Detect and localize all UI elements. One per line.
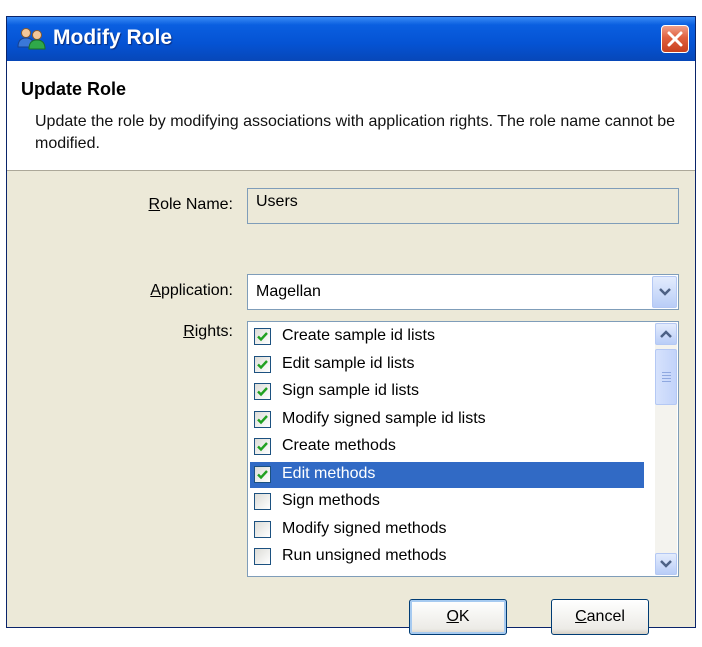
rights-item-label: Sign methods (282, 492, 380, 509)
rights-list-item[interactable]: Edit methods (250, 461, 644, 488)
rights-label: Rights: (183, 323, 233, 340)
application-dropdown[interactable]: Magellan (247, 274, 679, 310)
close-button[interactable] (661, 25, 689, 53)
role-name-label: Role Name: (148, 196, 233, 213)
rights-item-label: Modify signed methods (282, 519, 447, 537)
dropdown-button[interactable] (652, 276, 677, 308)
checkbox-checked[interactable] (254, 438, 271, 455)
checkbox-checked[interactable] (254, 328, 271, 345)
rights-item-label: Sign sample id lists (282, 382, 419, 399)
checkbox-checked[interactable] (254, 410, 271, 428)
rights-list-item[interactable]: Create sample id lists (250, 324, 644, 350)
scroll-down-button[interactable] (655, 553, 677, 575)
users-icon (17, 27, 47, 51)
checkmark-icon (257, 359, 268, 369)
header-title: Update Role (21, 79, 127, 99)
checkbox-unchecked[interactable] (254, 548, 271, 565)
rights-list-item[interactable]: Modify signed methods (250, 517, 644, 543)
cancel-button[interactable]: Cancel (551, 599, 649, 635)
checkbox-unchecked[interactable] (254, 520, 271, 538)
chevron-down-icon (660, 560, 672, 568)
checkbox-checked[interactable] (254, 355, 271, 373)
checkbox-unchecked[interactable] (254, 493, 271, 510)
rights-list-item[interactable]: Edit sample id lists (250, 352, 644, 378)
chevron-down-icon (659, 288, 671, 296)
checkbox-checked[interactable] (254, 383, 271, 400)
rights-item-label: Run unsigned methods (282, 547, 447, 564)
checkmark-icon (257, 332, 268, 342)
rights-item-label: Edit methods (282, 464, 376, 482)
rights-list-item[interactable]: Run unsigned methods (250, 544, 644, 570)
ok-button[interactable]: OK (409, 599, 507, 635)
checkmark-icon (257, 442, 268, 452)
application-label: Application: (150, 282, 233, 299)
checkmark-icon (257, 414, 268, 424)
checkmark-icon (257, 469, 268, 479)
title-bar[interactable]: Modify Role (7, 17, 695, 61)
rights-list[interactable]: Create sample id lists Edit sample id lis… (247, 321, 679, 577)
role-name-field: Users (247, 188, 679, 224)
rights-item-label: Create sample id lists (282, 327, 435, 344)
application-value: Magellan (256, 283, 321, 300)
rights-list-item[interactable]: Create methods (250, 434, 644, 460)
modify-role-dialog: Modify Role Update Role Update the role … (6, 16, 696, 635)
checkmark-icon (257, 387, 268, 397)
rights-item-label: Edit sample id lists (282, 354, 415, 372)
header-panel: Update Role Update the role by modifying… (7, 61, 695, 171)
scroll-thumb[interactable] (655, 349, 677, 405)
rights-scrollbar[interactable] (655, 323, 677, 575)
close-icon (667, 31, 683, 47)
header-description: Update the role by modifying association… (35, 113, 676, 152)
window-title: Modify Role (53, 26, 172, 49)
chevron-up-icon (660, 330, 672, 338)
rights-item-label: Create methods (282, 437, 396, 454)
rights-list-item[interactable]: Sign sample id lists (250, 379, 644, 405)
scroll-up-button[interactable] (655, 323, 677, 345)
checkbox-checked[interactable] (254, 465, 271, 483)
rights-list-item[interactable]: Modify signed sample id lists (250, 407, 644, 433)
rights-item-label: Modify signed sample id lists (282, 409, 486, 427)
rights-list-item[interactable]: Sign methods (250, 489, 644, 515)
